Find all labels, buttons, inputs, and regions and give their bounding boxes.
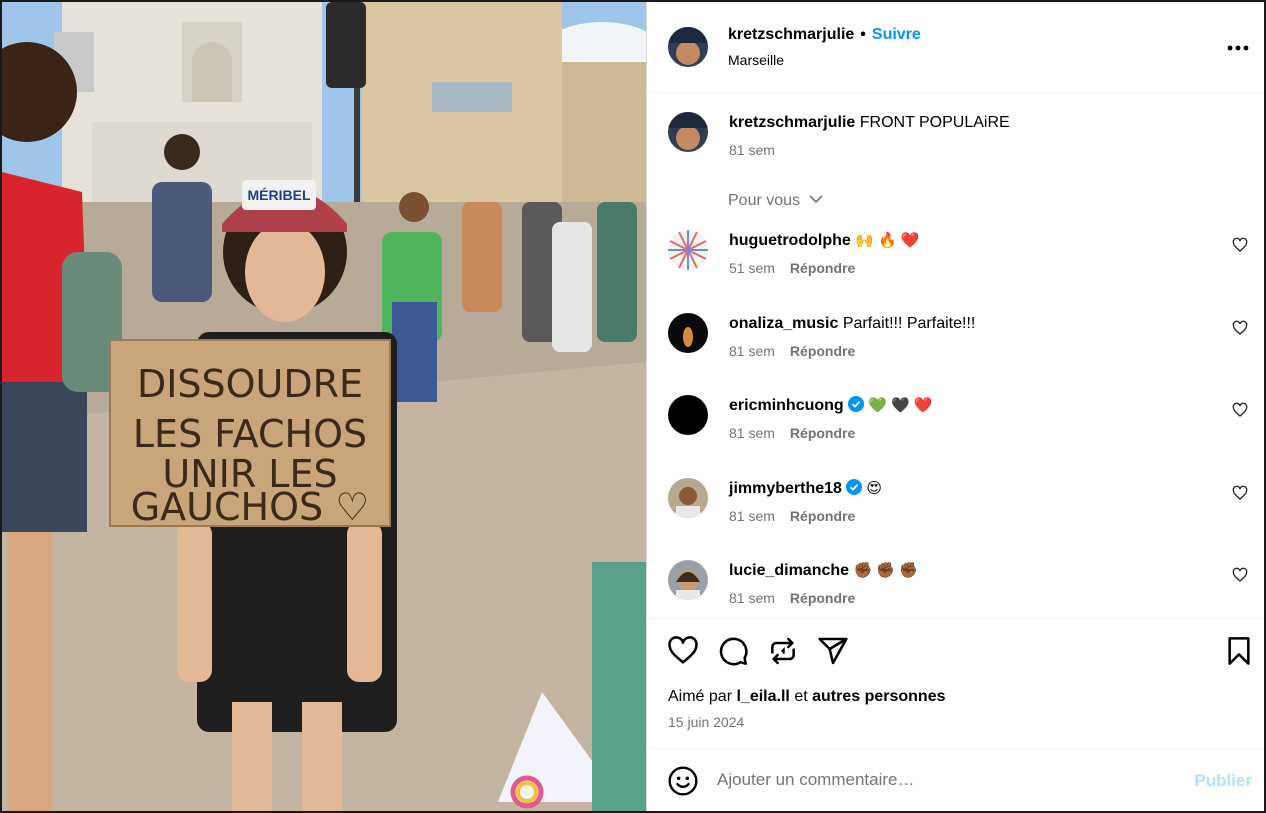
commenter-avatar[interactable] (668, 478, 708, 518)
likes-summary: Aimé par l_eila.ll et autres personnes (668, 688, 946, 706)
sign-line-4: GAUCHOS ♡ (131, 485, 370, 529)
publish-button[interactable]: Publier (1194, 771, 1252, 791)
like-comment-heart-icon[interactable] (1232, 320, 1248, 336)
comment-text-line: ericminhcuong 💚 🖤 ❤️ (729, 395, 933, 417)
save-bookmark-icon[interactable] (1223, 635, 1255, 667)
author-avatar[interactable] (668, 27, 708, 67)
post-photo[interactable]: MÉRIBEL DISSOUDRE LES FACHOS UNIR LES GA… (2, 2, 646, 811)
comment-time[interactable]: 81 sem (729, 343, 775, 359)
comment-text: 🙌 🔥 ❤️ (855, 232, 920, 249)
comment-text: 💚 🖤 ❤️ (868, 397, 933, 414)
liker-username-link[interactable]: l_eila.ll (736, 688, 789, 705)
comment-input[interactable] (717, 770, 1137, 790)
post-date[interactable]: 15 juin 2024 (668, 714, 744, 730)
other-likers-link[interactable]: autres personnes (812, 688, 945, 705)
for-you-label: Pour vous (728, 192, 801, 209)
sign-line-1: DISSOUDRE (137, 362, 363, 406)
reply-button[interactable]: Répondre (790, 425, 855, 441)
more-options-button[interactable] (1227, 34, 1249, 57)
reply-button[interactable]: Répondre (790, 590, 855, 606)
comment-text-line: lucie_dimanche ✊🏾 ✊🏾 ✊🏾 (729, 560, 918, 582)
avatar-image-icon (668, 560, 708, 600)
comment-username-link[interactable]: lucie_dimanche (729, 562, 849, 579)
like-comment-heart-icon[interactable] (1232, 485, 1248, 501)
comment-bubble-icon[interactable] (717, 635, 749, 667)
header-author-line: kretzschmarjulie • Suivre (728, 26, 921, 44)
comment-meta: 81 sem Répondre (729, 425, 855, 441)
protest-photo-image: MÉRIBEL DISSOUDRE LES FACHOS UNIR LES GA… (2, 2, 646, 811)
post-side-panel: kretzschmarjulie • Suivre Marseille kretzs… (646, 2, 1264, 811)
like-comment-heart-icon[interactable] (1232, 402, 1248, 418)
comment-time[interactable]: 81 sem (729, 590, 775, 606)
follow-button[interactable]: Suivre (872, 26, 921, 43)
repost-icon[interactable] (767, 635, 799, 667)
verified-badge-icon (845, 479, 862, 495)
avatar-image-icon (668, 230, 708, 270)
cap-logo-text: MÉRIBEL (248, 187, 311, 203)
comment-meta: 51 sem Répondre (729, 260, 855, 276)
comment-meta: 81 sem Répondre (729, 590, 855, 606)
like-comment-heart-icon[interactable] (1232, 567, 1248, 583)
separator-dot: • (860, 26, 866, 43)
caption-avatar[interactable] (668, 112, 708, 152)
post-actions: Aimé par l_eila.ll et autres personnes 1… (647, 618, 1264, 748)
post-header: kretzschmarjulie • Suivre Marseille (647, 2, 1264, 93)
comment-time[interactable]: 51 sem (729, 260, 775, 276)
avatar-image-icon (668, 313, 708, 353)
reply-button[interactable]: Répondre (790, 508, 855, 524)
comment-text-line: jimmyberthe18 😍 (729, 478, 882, 500)
avatar-image-icon (668, 478, 708, 518)
commenter-avatar[interactable] (668, 230, 708, 270)
verified-badge-icon (847, 396, 864, 412)
for-you-dropdown[interactable]: Pour vous (728, 192, 823, 210)
author-username-link[interactable]: kretzschmarjulie (728, 26, 854, 43)
comment-text: ✊🏾 ✊🏾 ✊🏾 (853, 562, 918, 579)
likes-mid: et (794, 688, 808, 705)
sign-line-2: LES FACHOS (133, 412, 367, 456)
comment-time[interactable]: 81 sem (729, 508, 775, 524)
caption-time[interactable]: 81 sem (729, 142, 775, 158)
comment-text: Parfait!!! Parfaite!!! (842, 315, 976, 332)
like-heart-icon[interactable] (667, 635, 699, 667)
caption-text: FRONT POPULAiRE (859, 114, 1010, 131)
commenter-avatar[interactable] (668, 560, 708, 600)
comment-text: 😍 (866, 480, 883, 497)
emoji-smile-icon[interactable] (667, 765, 699, 797)
chevron-down-icon (808, 195, 823, 204)
avatar-image-icon (668, 27, 708, 67)
like-comment-heart-icon[interactable] (1232, 237, 1248, 253)
comment-username-link[interactable]: jimmyberthe18 (729, 480, 842, 497)
comments-section[interactable]: kretzschmarjulie FRONT POPULAiRE 81 sem … (647, 93, 1264, 618)
avatar-image-icon (668, 112, 708, 152)
add-comment-bar: Publier (647, 748, 1264, 811)
commenter-avatar[interactable] (668, 313, 708, 353)
comment-time[interactable]: 81 sem (729, 425, 775, 441)
likes-prefix: Aimé par (668, 688, 733, 705)
share-send-icon[interactable] (817, 635, 849, 667)
caption-text-line: kretzschmarjulie FRONT POPULAiRE (729, 112, 1010, 134)
commenter-avatar[interactable] (668, 395, 708, 435)
comment-text-line: onaliza_music Parfait!!! Parfaite!!! (729, 313, 975, 335)
caption-username-link[interactable]: kretzschmarjulie (729, 114, 855, 131)
more-horizontal-icon (1227, 45, 1249, 51)
comment-username-link[interactable]: huguetrodolphe (729, 232, 851, 249)
reply-button[interactable]: Répondre (790, 343, 855, 359)
post-modal: MÉRIBEL DISSOUDRE LES FACHOS UNIR LES GA… (0, 0, 1266, 813)
comment-text-line: huguetrodolphe 🙌 🔥 ❤️ (729, 230, 920, 252)
comment-meta: 81 sem Répondre (729, 343, 855, 359)
comment-meta: 81 sem Répondre (729, 508, 855, 524)
comment-username-link[interactable]: onaliza_music (729, 315, 838, 332)
location-link[interactable]: Marseille (728, 52, 784, 68)
reply-button[interactable]: Répondre (790, 260, 855, 276)
comment-username-link[interactable]: ericminhcuong (729, 397, 844, 414)
